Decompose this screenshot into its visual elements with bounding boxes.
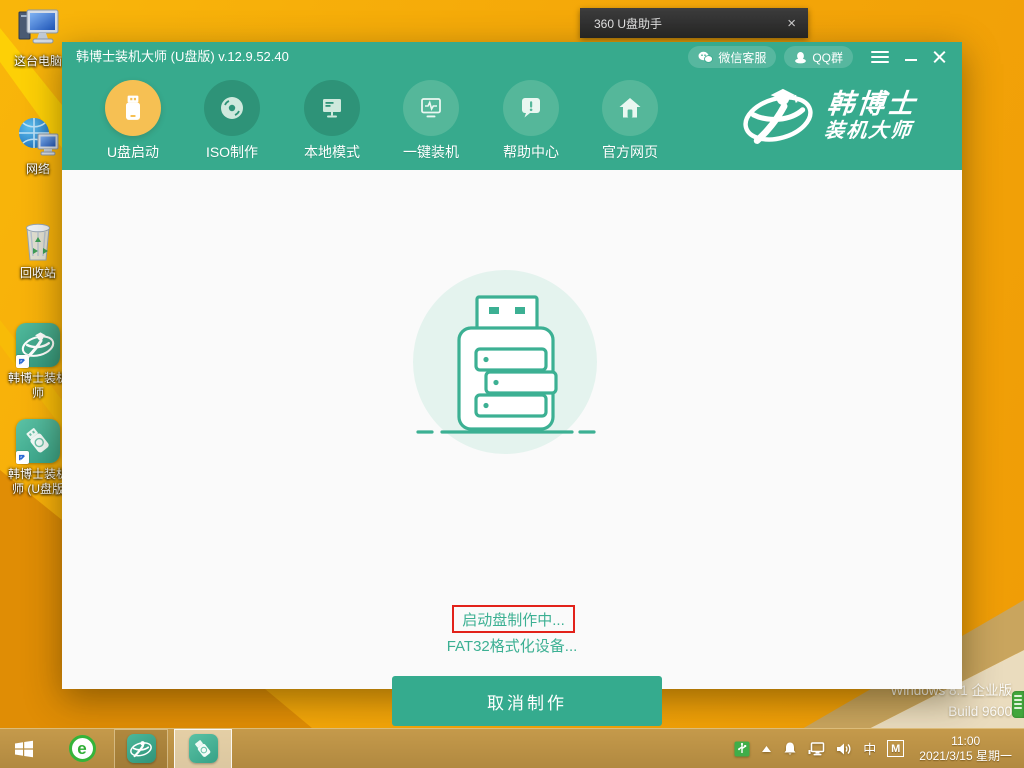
notification-title: 360 U盘助手 xyxy=(580,15,775,32)
wechat-support-label: 微信客服 xyxy=(718,49,766,66)
wechat-icon xyxy=(698,51,713,64)
notifications-bell-icon[interactable] xyxy=(783,741,797,756)
hanboshi-usb-app-icon xyxy=(15,419,61,465)
taskbar-hanboshi-button[interactable] xyxy=(114,729,168,768)
cancel-create-button[interactable]: 取消制作 xyxy=(392,676,662,726)
wechat-support-button[interactable]: 微信客服 xyxy=(688,46,776,68)
nav-official-site[interactable]: 官方网页 xyxy=(580,80,680,162)
minimize-icon[interactable] xyxy=(905,51,917,63)
home-icon xyxy=(602,80,658,136)
window-title: 韩博士装机大师 (U盘版) v.12.9.52.40 xyxy=(76,42,289,72)
monitor-pulse-icon xyxy=(403,80,459,136)
close-icon[interactable] xyxy=(933,51,946,64)
notification-bar-360[interactable]: 360 U盘助手 × xyxy=(580,8,808,38)
nav-label: 帮助中心 xyxy=(481,142,581,162)
qq-group-label: QQ群 xyxy=(812,49,843,66)
hanboshi-usb-taskbar-icon xyxy=(189,734,218,763)
qq-group-button[interactable]: QQ群 xyxy=(784,46,853,68)
nav-local-mode[interactable]: 本地模式 xyxy=(282,80,382,162)
nav-label: 本地模式 xyxy=(282,142,382,162)
taskbar: e xyxy=(0,728,1024,768)
clock-date: 2021/3/15 星期一 xyxy=(919,749,1012,764)
notification-close-icon[interactable]: × xyxy=(775,15,808,32)
clock-time: 11:00 xyxy=(919,734,1012,749)
input-language-indicator[interactable]: 中 xyxy=(863,739,876,758)
recycle-bin-icon xyxy=(15,218,61,264)
windows-logo-icon xyxy=(12,737,36,761)
volume-icon[interactable] xyxy=(836,742,852,756)
help-bubble-icon xyxy=(503,80,559,136)
network-icon[interactable] xyxy=(808,742,825,756)
nav-iso-create[interactable]: ISO制作 xyxy=(182,80,282,162)
taskbar-hanboshi-usb-button[interactable] xyxy=(174,729,232,768)
edge-green-widget[interactable] xyxy=(1012,691,1024,718)
menu-icon[interactable] xyxy=(871,51,889,63)
brand-logo: 韩博士 装机大师 xyxy=(740,78,954,154)
cd-disc-icon xyxy=(204,80,260,136)
taskbar-clock[interactable]: 11:00 2021/3/15 星期一 xyxy=(915,734,1016,764)
watermark-line2: Build 9600 xyxy=(890,701,1012,722)
app-window: 韩博士装机大师 (U盘版) v.12.9.52.40 微信客服 QQ群 xyxy=(62,42,962,689)
usb-drive-icon xyxy=(105,80,161,136)
system-tray: 中 M 11:00 2021/3/15 星期一 xyxy=(734,729,1024,768)
start-button[interactable] xyxy=(0,729,48,768)
nav-help-center[interactable]: 帮助中心 xyxy=(481,80,581,162)
hanboshi-app-icon xyxy=(15,323,61,369)
nav-label: ISO制作 xyxy=(182,142,282,162)
qq-icon xyxy=(794,51,807,64)
taskbar-browser-button[interactable]: e xyxy=(64,729,100,768)
nav-one-key-install[interactable]: 一键装机 xyxy=(381,80,481,162)
browser-e-icon: e xyxy=(69,735,96,762)
nav-label: 一键装机 xyxy=(381,142,481,162)
brand-logo-icon xyxy=(740,84,816,148)
status-primary-text: 启动盘制作中... xyxy=(462,609,565,630)
show-hidden-icons-chevron[interactable] xyxy=(761,745,772,753)
ime-mode-badge[interactable]: M xyxy=(887,740,904,757)
usb-tray-icon[interactable] xyxy=(734,741,750,757)
nav-usb-boot[interactable]: U盘启动 xyxy=(83,80,183,162)
annotation-red-box: 启动盘制作中... xyxy=(452,605,575,633)
window-content: 启动盘制作中... FAT32格式化设备... 取消制作 xyxy=(62,170,962,689)
this-pc-icon xyxy=(15,6,61,52)
status-secondary-text: FAT32格式化设备... xyxy=(62,635,962,656)
network-icon xyxy=(15,114,61,160)
window-header: 韩博士装机大师 (U盘版) v.12.9.52.40 微信客服 QQ群 xyxy=(62,42,962,170)
shortcut-arrow-icon xyxy=(16,355,29,368)
monitor-icon xyxy=(304,80,360,136)
shortcut-arrow-icon xyxy=(16,451,29,464)
hanboshi-taskbar-icon xyxy=(127,734,156,763)
window-titlebar[interactable]: 韩博士装机大师 (U盘版) v.12.9.52.40 微信客服 QQ群 xyxy=(62,42,962,70)
usb-creating-illustration xyxy=(405,269,605,459)
nav-label: 官方网页 xyxy=(580,142,680,162)
brand-logo-text: 韩博士 装机大师 xyxy=(823,89,919,143)
nav-label: U盘启动 xyxy=(83,142,183,162)
